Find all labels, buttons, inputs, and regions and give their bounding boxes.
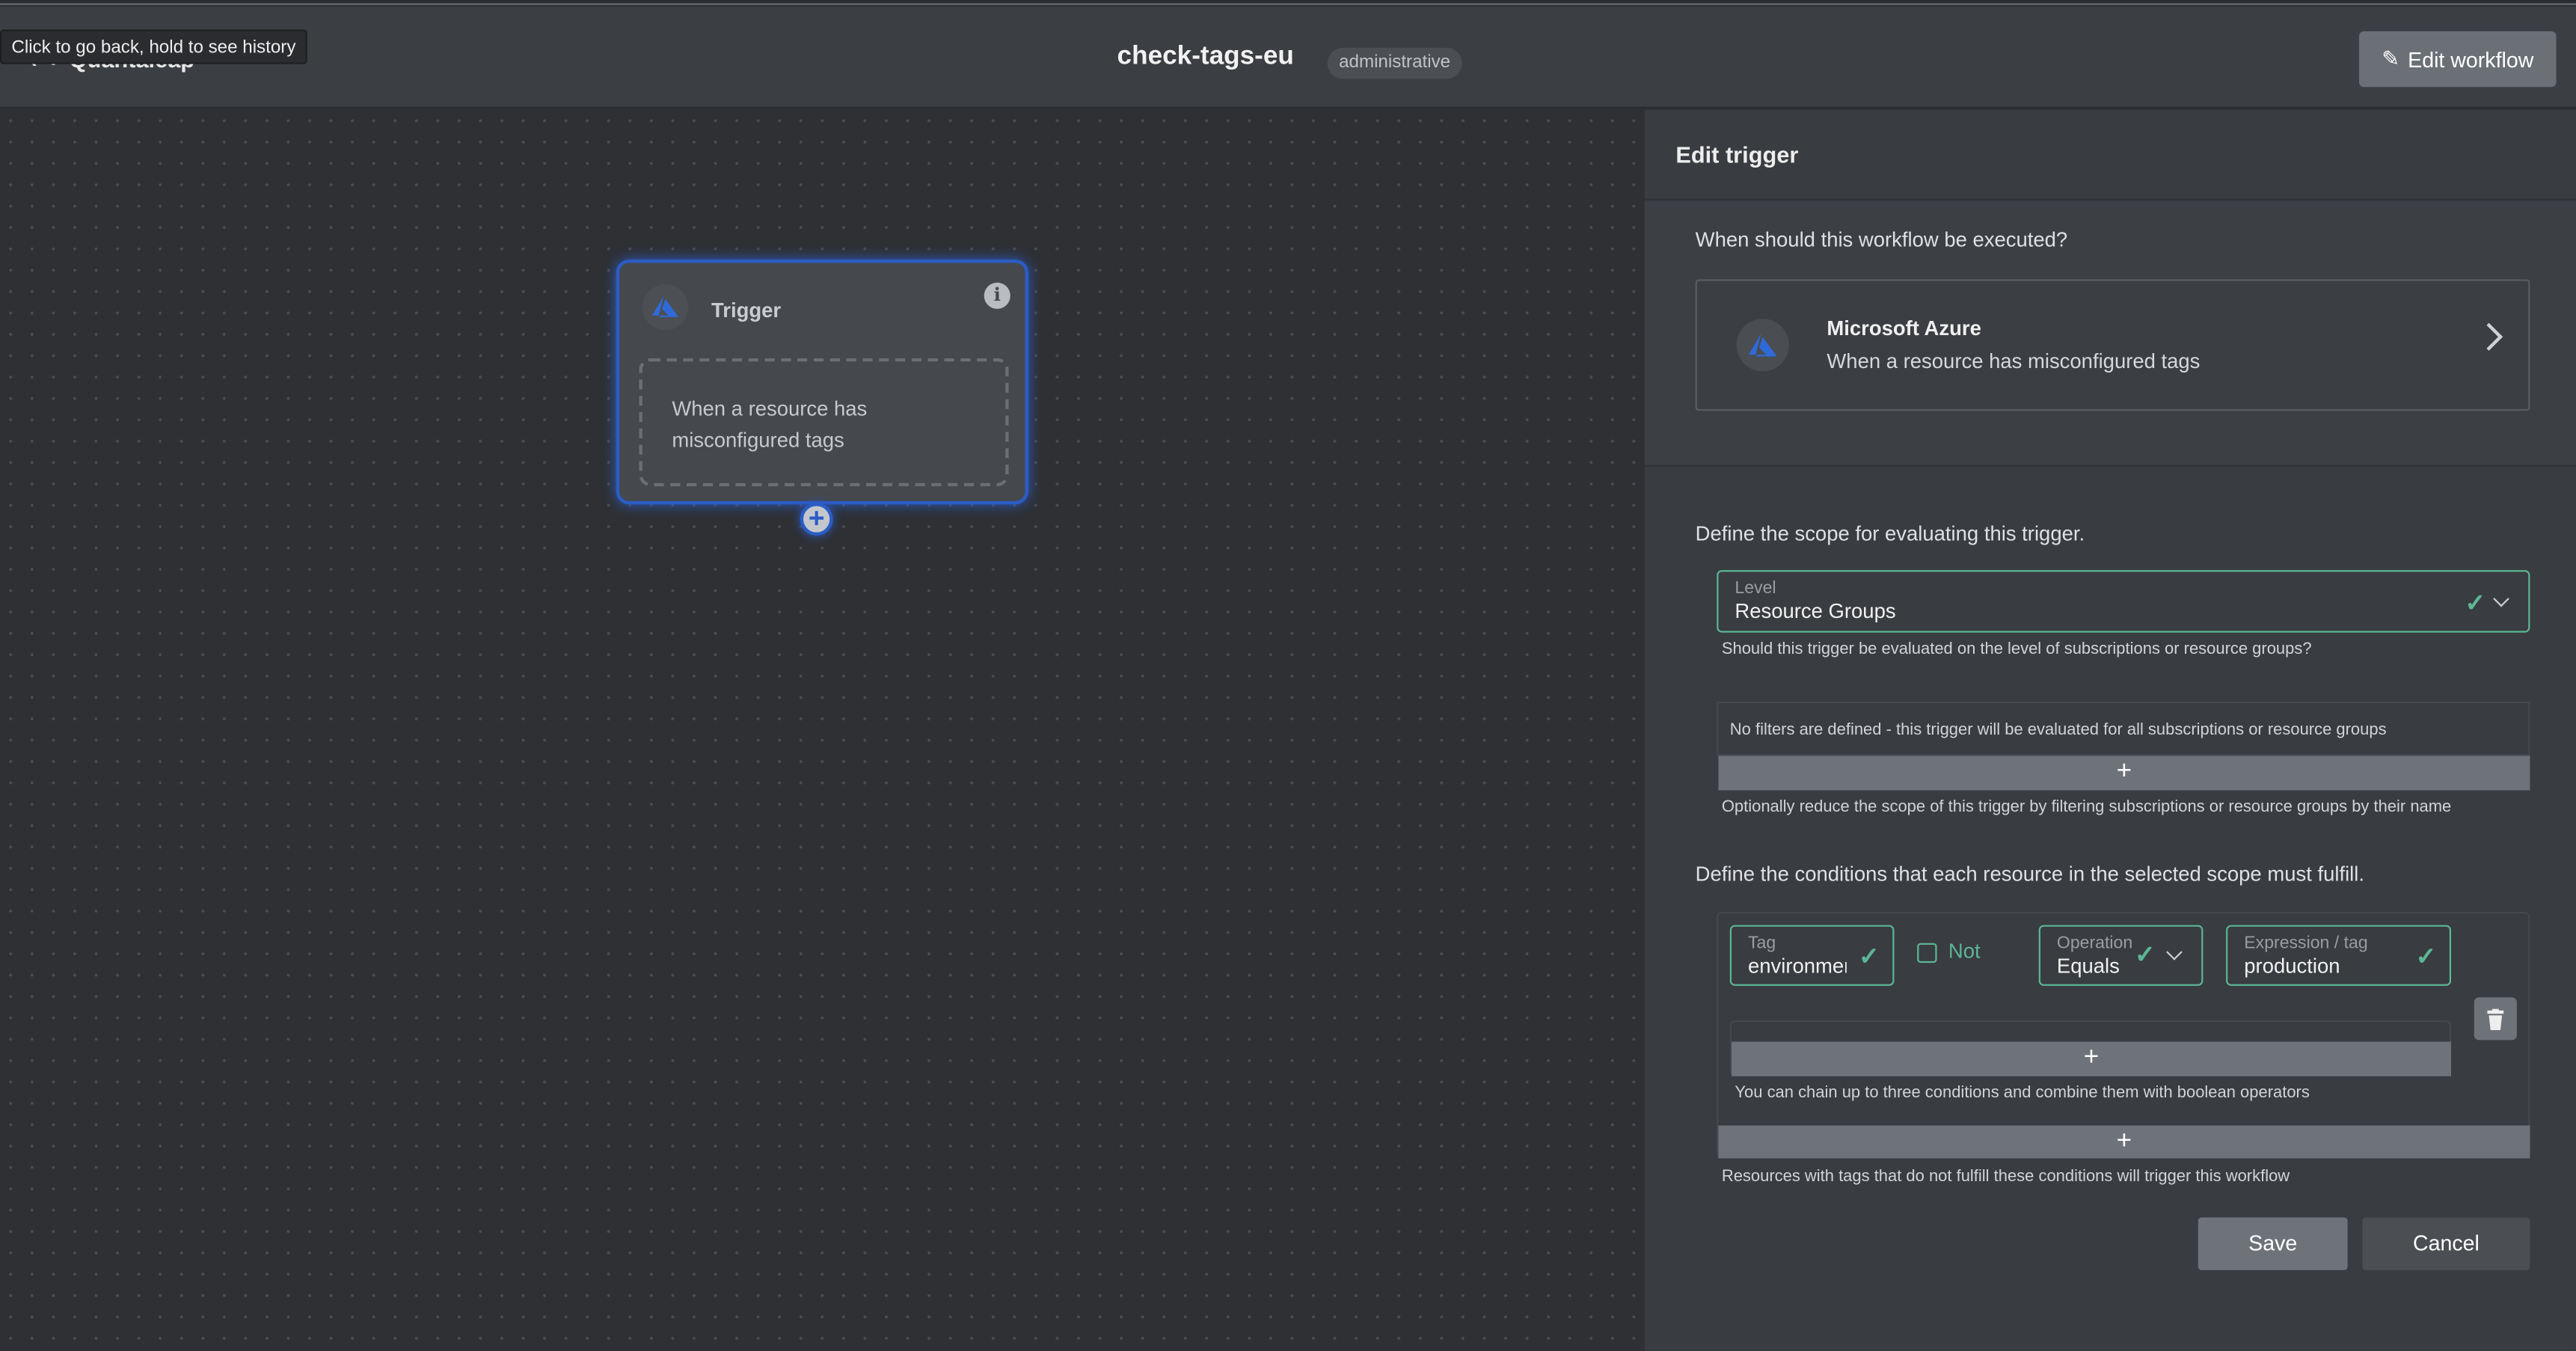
add-condition-group-button[interactable]: +: [1718, 1125, 2530, 1159]
add-chained-condition-button[interactable]: +: [1732, 1041, 2452, 1076]
operation-select[interactable]: Operation Equals ✓: [2038, 925, 2204, 986]
azure-icon: [1736, 319, 1789, 372]
not-checkbox[interactable]: [1917, 943, 1937, 964]
provider-description: When a resource has misconfigured tags: [1827, 349, 2201, 373]
edit-workflow-button[interactable]: ✎ Edit workflow: [2359, 31, 2557, 88]
scope-label: Define the scope for evaluating this tri…: [1695, 522, 2085, 546]
chevron-down-icon: [2493, 590, 2509, 607]
groups-help: Resources with tags that do not fulfill …: [1721, 1168, 2290, 1186]
info-icon[interactable]: i: [984, 282, 1011, 309]
edit-trigger-panel: Edit trigger When should this workflow b…: [1644, 110, 2576, 1351]
add-step-button[interactable]: +: [800, 503, 833, 536]
window-top-border: [0, 0, 2576, 5]
trigger-node[interactable]: Trigger i When a resource has misconfigu…: [616, 260, 1028, 505]
conditions-label: Define the conditions that each resource…: [1695, 863, 2364, 886]
tag-field[interactable]: Tag environment ✓: [1729, 925, 1895, 986]
provider-selector[interactable]: Microsoft Azure When a resource has misc…: [1695, 279, 2530, 411]
panel-title: Edit trigger: [1675, 141, 1799, 168]
workflow-badge: administrative: [1327, 47, 1462, 79]
not-label: Not: [1948, 940, 1981, 964]
header: ‹ ⁘ Quantaleap Click to go back, hold to…: [0, 6, 2576, 108]
save-button[interactable]: Save: [2198, 1217, 2348, 1270]
chevron-right-icon: [2474, 322, 2503, 351]
filters-help: Optionally reduce the scope of this trig…: [1721, 798, 2452, 817]
delete-condition-button[interactable]: [2474, 997, 2517, 1041]
provider-name: Microsoft Azure: [1827, 316, 1981, 340]
filters-box: No filters are defined - this trigger wi…: [1717, 701, 2530, 756]
node-title: Trigger: [711, 298, 782, 322]
cancel-button[interactable]: Cancel: [2362, 1217, 2530, 1270]
chain-help: You can chain up to three conditions and…: [1735, 1084, 2310, 1103]
check-icon: ✓: [2465, 589, 2486, 618]
edit-icon: ✎: [2382, 46, 2400, 71]
tooltip: Click to go back, hold to see history: [0, 29, 307, 64]
expression-field[interactable]: Expression / tag production ✓: [2226, 925, 2452, 986]
check-icon: ✓: [2415, 943, 2437, 972]
node-description: When a resource has misconfigured tags: [639, 358, 1009, 487]
workflow-title: check-tags-eu: [1117, 43, 1294, 71]
level-select[interactable]: Level Resource Groups ✓: [1717, 570, 2530, 633]
chevron-down-icon: [2166, 943, 2183, 961]
add-filter-button[interactable]: +: [1718, 756, 2530, 791]
check-icon: ✓: [1859, 943, 1880, 972]
when-label: When should this workflow be executed?: [1695, 228, 2068, 252]
azure-icon: [642, 284, 689, 331]
check-icon: ✓: [2135, 941, 2156, 969]
trash-icon: [2487, 1008, 2504, 1030]
level-help: Should this trigger be evaluated on the …: [1721, 640, 2312, 659]
